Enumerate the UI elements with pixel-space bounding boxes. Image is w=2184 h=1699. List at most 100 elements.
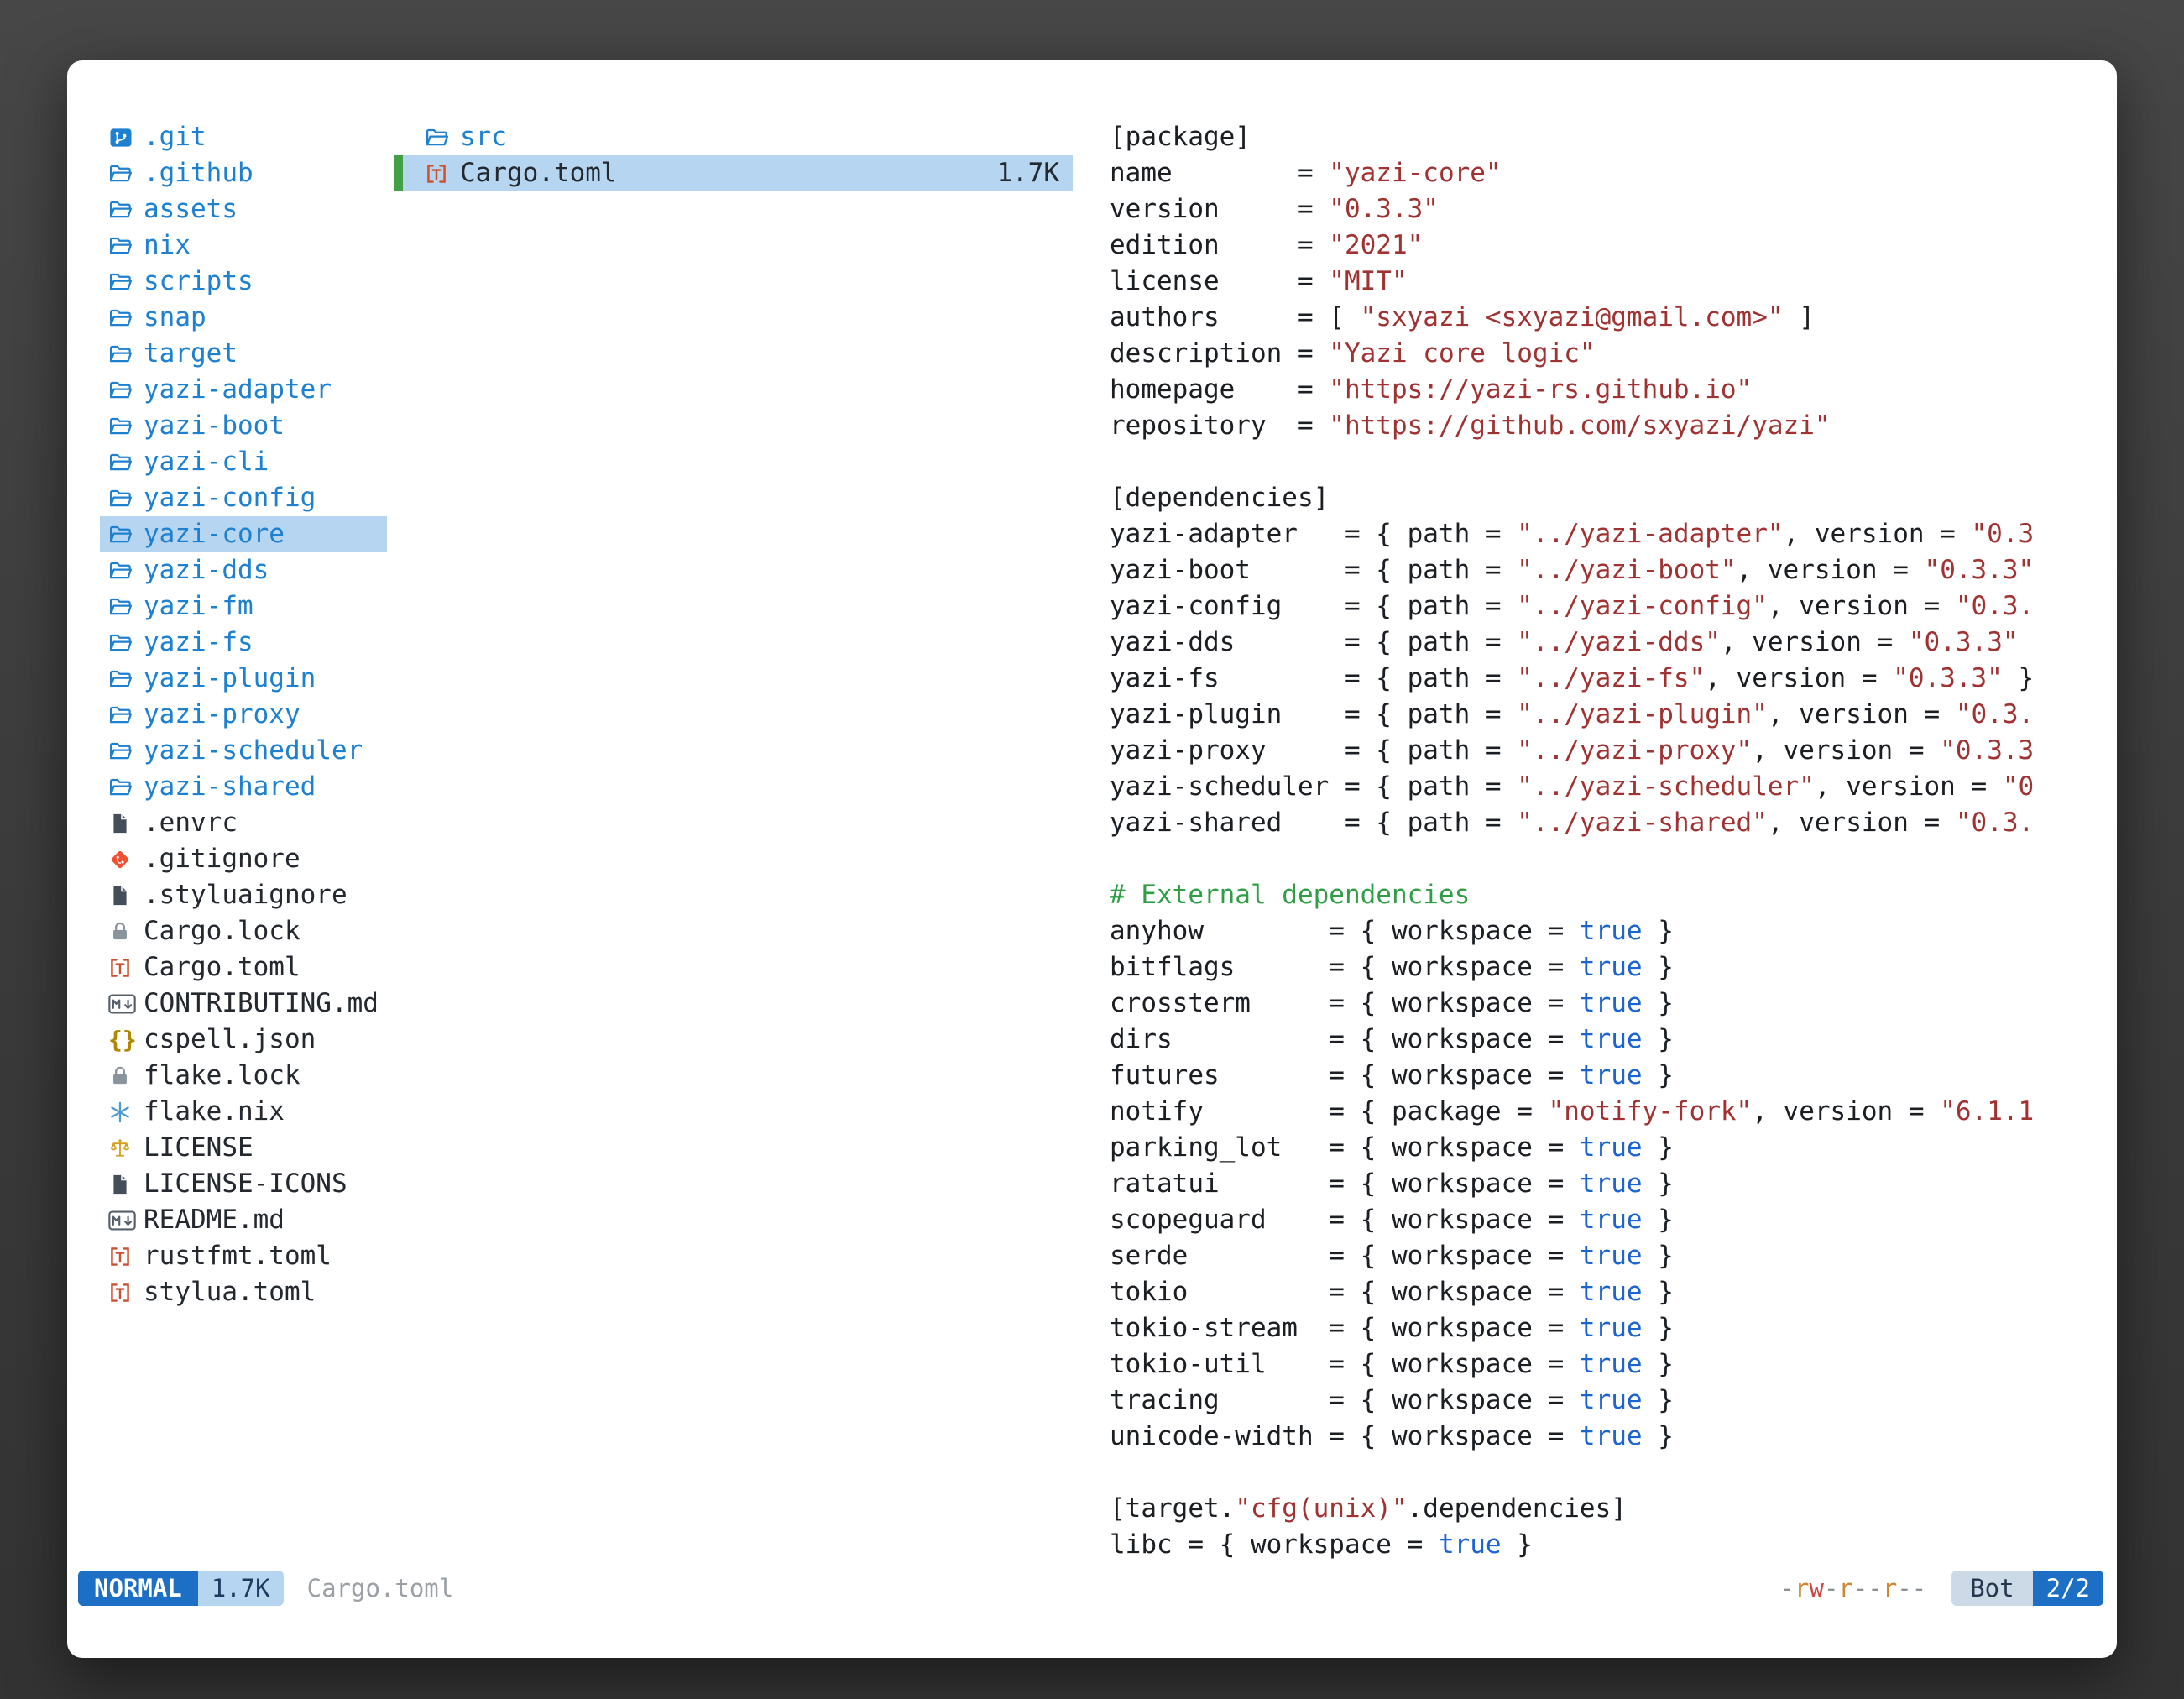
file-permissions: -rw-r--r-- <box>1780 1574 1927 1602</box>
file-row-target[interactable]: target <box>100 336 387 372</box>
folder-icon <box>108 372 144 408</box>
file-name: yazi-core <box>144 516 285 552</box>
preview-line: [target."cfg(unix)".dependencies] <box>1110 1491 2097 1527</box>
file-name: LICENSE <box>144 1130 253 1166</box>
file-row-stylua.toml[interactable]: stylua.toml <box>100 1274 387 1310</box>
file-name: .envrc <box>144 805 238 841</box>
file-row-assets[interactable]: assets <box>100 191 387 227</box>
folder-icon <box>108 516 144 552</box>
file-row-rustfmt.toml[interactable]: rustfmt.toml <box>100 1238 387 1274</box>
file-row-snap[interactable]: snap <box>100 300 387 336</box>
file-name: yazi-dds <box>144 552 269 588</box>
preview-line: [package] <box>1110 119 2097 155</box>
file-name: CONTRIBUTING.md <box>144 985 379 1022</box>
status-bar-left: NORMAL 1.7K Cargo.toml <box>78 1571 453 1606</box>
file-row-Cargo.toml[interactable]: Cargo.toml <box>100 949 387 985</box>
preview-line: yazi-adapter = { path = "../yazi-adapter… <box>1110 516 2097 552</box>
file-name: flake.lock <box>144 1058 300 1094</box>
file-row-flake.lock[interactable]: flake.lock <box>100 1058 387 1094</box>
file-row-yazi-scheduler[interactable]: yazi-scheduler <box>100 733 387 769</box>
file-row-LICENSE-ICONS[interactable]: LICENSE-ICONS <box>100 1166 387 1202</box>
file-size-badge: 1.7K <box>198 1571 284 1606</box>
file-row-flake.nix[interactable]: flake.nix <box>100 1094 387 1130</box>
file-row-yazi-config[interactable]: yazi-config <box>100 480 387 516</box>
toml-icon <box>108 949 144 985</box>
preview-line: scopeguard = { workspace = true } <box>1110 1202 2097 1238</box>
cursor-position-badge: 2/2 <box>2033 1571 2103 1606</box>
folder-icon <box>108 444 144 480</box>
preview-line: edition = "2021" <box>1110 227 2097 264</box>
file-row-.styluaignore[interactable]: .styluaignore <box>100 877 387 913</box>
file-name: yazi-plugin <box>144 661 316 697</box>
git-icon <box>108 841 144 877</box>
file-name: .github <box>144 155 253 191</box>
file-row-yazi-plugin[interactable]: yazi-plugin <box>100 661 387 697</box>
preview-line: yazi-boot = { path = "../yazi-boot", ver… <box>1110 552 2097 588</box>
file-row-.envrc[interactable]: .envrc <box>100 805 387 841</box>
file-row-yazi-proxy[interactable]: yazi-proxy <box>100 697 387 733</box>
file-row-yazi-cli[interactable]: yazi-cli <box>100 444 387 480</box>
file-row-README.md[interactable]: README.md <box>100 1202 387 1238</box>
folder-icon <box>108 769 144 805</box>
file-name: Cargo.toml <box>144 949 300 985</box>
nix-icon <box>108 1094 144 1130</box>
yazi-window: .git.githubassetsnixscriptssnaptargetyaz… <box>67 60 2117 1658</box>
folder-icon <box>425 119 460 155</box>
folder-icon <box>108 227 144 264</box>
file-icon <box>108 805 144 841</box>
preview-line: dirs = { workspace = true } <box>1110 1022 2097 1058</box>
status-bar: NORMAL 1.7K Cargo.toml -rw-r--r-- Bot 2/… <box>78 1571 2103 1606</box>
preview-line: yazi-scheduler = { path = "../yazi-sched… <box>1110 769 2097 805</box>
json-icon: {} <box>108 1022 144 1058</box>
file-row-.git[interactable]: .git <box>100 119 387 155</box>
folder-icon <box>108 661 144 697</box>
folder-icon <box>108 733 144 769</box>
preview-line: crossterm = { workspace = true } <box>1110 985 2097 1022</box>
file-row-Cargo.toml[interactable]: Cargo.toml1.7K <box>394 155 1073 191</box>
markdown-icon <box>108 985 144 1022</box>
file-row-yazi-dds[interactable]: yazi-dds <box>100 552 387 588</box>
file-name: yazi-config <box>144 480 316 516</box>
file-row-yazi-shared[interactable]: yazi-shared <box>100 769 387 805</box>
file-row-yazi-fs[interactable]: yazi-fs <box>100 625 387 661</box>
file-row-CONTRIBUTING.md[interactable]: CONTRIBUTING.md <box>100 985 387 1022</box>
mode-badge: NORMAL <box>78 1571 198 1606</box>
file-row-LICENSE[interactable]: LICENSE <box>100 1130 387 1166</box>
folder-icon <box>108 155 144 191</box>
status-file-name: Cargo.toml <box>307 1574 454 1602</box>
preview-line: tracing = { workspace = true } <box>1110 1383 2097 1419</box>
file-name: scripts <box>144 264 253 300</box>
file-name: yazi-fs <box>144 625 253 661</box>
parent-pane: .git.githubassetsnixscriptssnaptargetyaz… <box>100 119 387 1571</box>
preview-line: futures = { workspace = true } <box>1110 1058 2097 1094</box>
file-row-cspell.json[interactable]: {}cspell.json <box>100 1022 387 1058</box>
file-row-nix[interactable]: nix <box>100 227 387 264</box>
file-row-yazi-fm[interactable]: yazi-fm <box>100 588 387 625</box>
lock-icon <box>108 913 144 949</box>
file-name: yazi-shared <box>144 769 316 805</box>
file-icon <box>108 1166 144 1202</box>
file-name: .gitignore <box>144 841 300 877</box>
preview-line: ratatui = { workspace = true } <box>1110 1166 2097 1202</box>
scroll-position-badge: Bot <box>1951 1571 2032 1606</box>
preview-line: repository = "https://github.com/sxyazi/… <box>1110 408 2097 444</box>
file-name: stylua.toml <box>144 1274 316 1310</box>
file-row-yazi-adapter[interactable]: yazi-adapter <box>100 372 387 408</box>
file-row-scripts[interactable]: scripts <box>100 264 387 300</box>
preview-line: libc = { workspace = true } <box>1110 1527 2097 1563</box>
license-icon <box>108 1130 144 1166</box>
file-row-.github[interactable]: .github <box>100 155 387 191</box>
preview-line <box>1110 1455 2097 1491</box>
folder-icon <box>108 191 144 227</box>
preview-line: tokio-stream = { workspace = true } <box>1110 1310 2097 1346</box>
file-row-yazi-core[interactable]: yazi-core <box>100 516 387 552</box>
preview-line: bitflags = { workspace = true } <box>1110 949 2097 985</box>
file-row-src[interactable]: src <box>394 119 1073 155</box>
file-row-Cargo.lock[interactable]: Cargo.lock <box>100 913 387 949</box>
folder-icon <box>108 588 144 625</box>
file-row-.gitignore[interactable]: .gitignore <box>100 841 387 877</box>
file-row-yazi-boot[interactable]: yazi-boot <box>100 408 387 444</box>
markdown-icon <box>108 1202 144 1238</box>
file-name: yazi-cli <box>144 444 269 480</box>
preview-line: notify = { package = "notify-fork", vers… <box>1110 1094 2097 1130</box>
